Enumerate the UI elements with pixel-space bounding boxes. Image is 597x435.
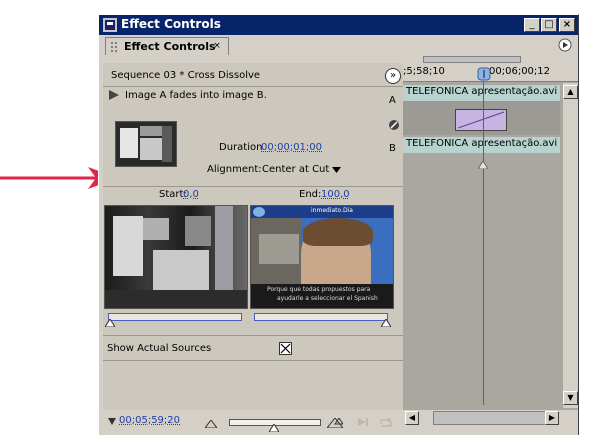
- preview-b-caption-1: Porque que todas propuestos para: [267, 286, 371, 293]
- playhead-line: [483, 81, 484, 405]
- resize-corner: [561, 410, 578, 434]
- end-label: End:: [299, 189, 322, 200]
- show-actual-sources-checkbox[interactable]: [279, 342, 292, 355]
- transition-description: Image A fades into image B.: [125, 90, 267, 101]
- start-slider[interactable]: [108, 313, 242, 321]
- current-timecode[interactable]: 00;05;59;20: [119, 415, 180, 426]
- scroll-up-button[interactable]: ▲: [563, 85, 578, 99]
- timeline-pane: ;5;58;10 00;06;00;12 TELEFONICA apresent…: [403, 63, 578, 410]
- zoom-bar-area: [403, 55, 578, 63]
- start-value[interactable]: 0,0: [183, 189, 199, 200]
- ruler-right-time: 00;06;00;12: [489, 66, 551, 77]
- tab-row: Effect Controls ×: [99, 35, 578, 55]
- transition-thumbnail: [115, 121, 177, 167]
- loop-icon[interactable]: [379, 416, 393, 428]
- playhead-handle-icon[interactable]: [477, 67, 491, 81]
- horizontal-scrollbar[interactable]: ◀ ▶: [403, 410, 561, 426]
- close-button[interactable]: ×: [559, 18, 575, 32]
- start-slider-handle[interactable]: [105, 319, 115, 327]
- tab-effect-controls[interactable]: Effect Controls ×: [105, 37, 229, 55]
- chevron-down-icon[interactable]: [332, 167, 341, 173]
- horizontal-scroll-thumb[interactable]: [433, 411, 549, 425]
- preview-b-overlay-text: inmediato.Dia: [311, 207, 353, 214]
- preview-b-image: inmediato.Dia Porque que todas propuesto…: [250, 205, 394, 309]
- ruler-left-time: ;5;58;10: [403, 66, 445, 77]
- zoom-in-icon[interactable]: [327, 418, 343, 428]
- premiere-app-icon: [103, 18, 117, 32]
- options-divider: [103, 360, 403, 361]
- duration-label: Duration: [219, 142, 263, 153]
- title-bar[interactable]: Effect Controls _ □ ×: [99, 15, 578, 35]
- effect-controls-window: Effect Controls _ □ × Effect Controls × …: [98, 14, 579, 435]
- keyframe-triangle-icon: [108, 418, 116, 425]
- reverse-icon[interactable]: [388, 119, 400, 131]
- track-a-label: A: [389, 95, 396, 106]
- scroll-right-button[interactable]: ▶: [545, 411, 559, 425]
- zoom-scrollbar[interactable]: [423, 56, 521, 63]
- alignment-select[interactable]: Center at Cut: [262, 164, 329, 175]
- preview-divider: [103, 335, 403, 336]
- show-actual-sources-label: Show Actual Sources: [107, 343, 212, 354]
- minimize-button[interactable]: _: [524, 18, 540, 32]
- panel-menu-icon[interactable]: [558, 38, 572, 52]
- end-slider[interactable]: [254, 313, 388, 321]
- info-divider: [103, 186, 403, 187]
- track-b-label: B: [389, 143, 396, 154]
- transition-diagonal-icon: [457, 111, 505, 129]
- duration-value[interactable]: 00;00;01;00: [261, 142, 322, 153]
- scroll-down-button[interactable]: ▼: [563, 391, 578, 405]
- cut-marker-icon: [478, 161, 488, 169]
- play-transition-icon[interactable]: [109, 90, 119, 100]
- clip-b[interactable]: TELEFONICA apresentação.avi: [403, 137, 560, 153]
- scroll-left-button[interactable]: ◀: [405, 411, 419, 425]
- preview-a-image: [104, 205, 248, 309]
- tab-label: Effect Controls: [124, 40, 216, 53]
- play-audio-icon[interactable]: [357, 416, 369, 428]
- checkmark-icon: [280, 343, 291, 354]
- footer-bar: 00;05;59;20: [103, 410, 403, 434]
- clip-a[interactable]: TELEFONICA apresentação.avi: [403, 85, 560, 101]
- window-title: Effect Controls: [121, 17, 221, 31]
- cross-dissolve-block[interactable]: [455, 109, 507, 131]
- tab-close-icon[interactable]: ×: [212, 41, 222, 51]
- preview-b-caption-2: ayudarle a seleccionar el Spanish: [277, 295, 378, 302]
- maximize-button[interactable]: □: [541, 18, 557, 32]
- zoom-out-icon[interactable]: [205, 420, 217, 428]
- zoom-slider-handle[interactable]: [269, 424, 279, 432]
- vertical-scrollbar[interactable]: ▲ ▼: [563, 83, 578, 408]
- alignment-label: Alignment:: [207, 164, 262, 175]
- effect-settings-pane: Sequence 03 * Cross Dissolve » Image A f…: [103, 63, 403, 410]
- end-value[interactable]: 100,0: [321, 189, 350, 200]
- end-slider-handle[interactable]: [381, 319, 391, 327]
- show-timeline-button[interactable]: »: [385, 68, 401, 84]
- header-divider: [103, 86, 403, 87]
- grip-icon[interactable]: [110, 41, 118, 53]
- sequence-label: Sequence 03 * Cross Dissolve: [111, 70, 261, 81]
